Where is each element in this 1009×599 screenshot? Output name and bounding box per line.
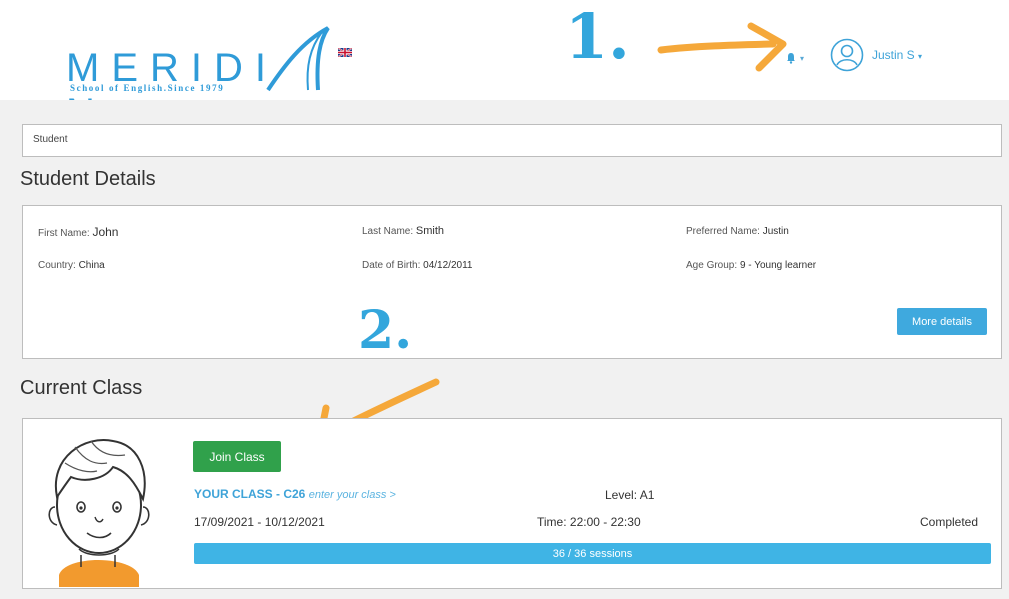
country-field: Country: China <box>38 260 105 271</box>
main-content: Student Student Details First Name: John… <box>0 100 1009 599</box>
annotation-number-1: 1. <box>565 0 630 73</box>
join-class-button[interactable]: Join Class <box>193 441 281 472</box>
class-time: Time: 22:00 - 22:30 <box>537 515 641 529</box>
class-status: Completed <box>920 515 979 529</box>
header: MERIDIN School of English.Since 1979 1. <box>0 0 1009 135</box>
student-details-panel: First Name: John Last Name: Smith Prefer… <box>22 205 1002 359</box>
annotation-number-2: 2. <box>358 300 413 361</box>
age-group-field: Age Group: 9 - Young learner <box>686 260 817 271</box>
user-avatar-icon[interactable] <box>830 38 864 72</box>
class-link[interactable]: YOUR CLASS - C26 enter your class > <box>194 487 396 501</box>
enter-class-link[interactable]: enter your class > <box>309 489 396 501</box>
notification-caret-icon[interactable]: ▾ <box>800 54 804 63</box>
first-name-field: First Name: John <box>38 225 119 239</box>
meridian-logo[interactable]: MERIDIN School of English.Since 1979 <box>62 26 352 135</box>
more-details-button[interactable]: More details <box>897 308 987 335</box>
uk-flag-icon <box>338 48 352 57</box>
last-name-field: Last Name: Smith <box>362 225 445 237</box>
sessions-progress-bar: 36 / 36 sessions <box>194 543 991 564</box>
page: MERIDIN School of English.Since 1979 1. <box>0 0 1009 599</box>
progress-text: 36 / 36 sessions <box>552 547 633 560</box>
logo-swoosh-icon <box>266 26 330 92</box>
class-dates: 17/09/2021 - 10/12/2021 <box>194 515 325 529</box>
notification-bell-icon[interactable] <box>786 52 796 64</box>
student-details-title: Student Details <box>20 168 156 190</box>
child-portrait-icon <box>48 439 150 587</box>
date-of-birth-field: Date of Birth: 04/12/2011 <box>362 260 473 271</box>
breadcrumb: Student <box>22 124 1002 157</box>
current-class-panel: Join Class YOUR CLASS - C26 enter your c… <box>22 418 1002 589</box>
logo-tagline: School of English.Since 1979 <box>70 83 225 93</box>
class-level: Level: A1 <box>605 488 655 502</box>
current-class-title: Current Class <box>20 377 143 399</box>
user-menu[interactable]: Justin S ▾ <box>872 48 922 62</box>
annotation-arrow-1 <box>657 22 787 72</box>
preferred-name-field: Preferred Name: Justin <box>686 226 789 237</box>
